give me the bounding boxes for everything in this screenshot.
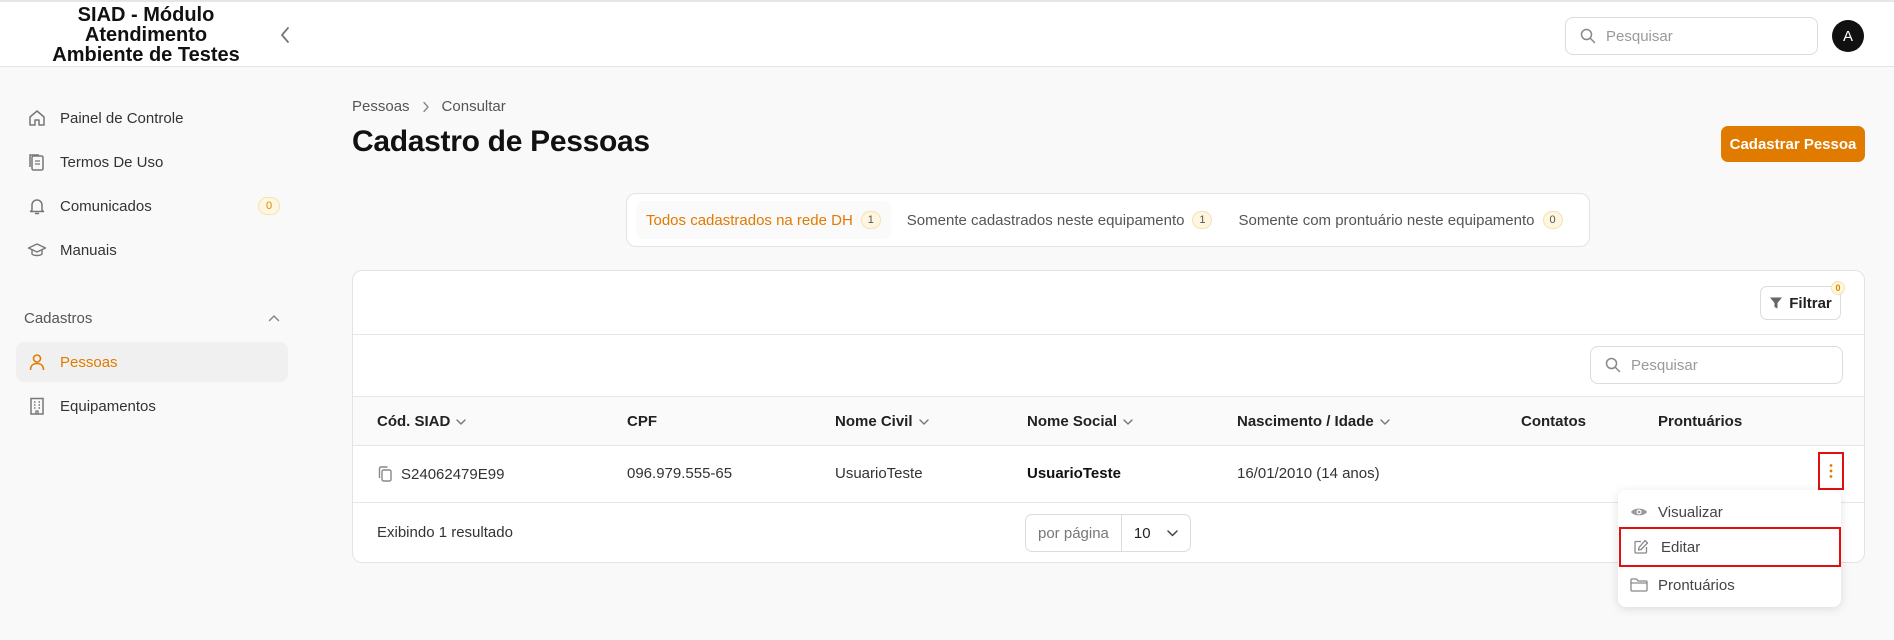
row-actions-button[interactable]: [1818, 452, 1844, 490]
chevron-right-icon: [422, 101, 430, 113]
column-nome-social[interactable]: Nome Social: [1027, 413, 1133, 430]
column-label: Nome Civil: [835, 413, 913, 430]
cod-siad-value: S24062479E99: [401, 465, 505, 483]
cadastrar-pessoa-button[interactable]: Cadastrar Pessoa: [1721, 126, 1865, 162]
sidebar-item-label: Comunicados: [60, 197, 152, 215]
menu-item-label: Prontuários: [1658, 576, 1735, 594]
cell-nascimento: 16/01/2010 (14 anos): [1237, 465, 1380, 482]
tab-label: Somente cadastrados neste equipamento: [906, 211, 1185, 229]
menu-item-label: Visualizar: [1658, 503, 1723, 521]
breadcrumb: Pessoas Consultar: [352, 98, 506, 115]
chevron-down-icon: [1380, 418, 1390, 425]
column-nascimento[interactable]: Nascimento / Idade: [1237, 413, 1390, 430]
sidebar-item-comunicados[interactable]: Comunicados 0: [16, 186, 288, 226]
sidebar-item-label: Painel de Controle: [60, 109, 184, 127]
breadcrumb-pessoas[interactable]: Pessoas: [352, 98, 410, 115]
tab-count-badge: 1: [860, 211, 881, 229]
column-contatos: Contatos: [1521, 413, 1586, 430]
chevron-down-icon: [918, 418, 929, 425]
sidebar-item-label: Pessoas: [60, 353, 118, 371]
tab-count-badge: 0: [1542, 211, 1563, 229]
kebab-menu-icon: [1829, 464, 1833, 478]
row-actions-menu: Visualizar Editar Prontuários: [1618, 490, 1841, 607]
copy-icon[interactable]: [377, 465, 393, 483]
chevron-left-icon: [281, 27, 289, 43]
menu-item-prontuarios[interactable]: Prontuários: [1618, 567, 1841, 603]
user-icon: [26, 351, 48, 373]
tab-count-badge: 1: [1192, 211, 1213, 229]
header-search-input[interactable]: [1606, 27, 1786, 45]
cell-nome-social: UsuarioTeste: [1027, 465, 1121, 482]
user-avatar[interactable]: A: [1832, 20, 1864, 52]
search-icon: [1580, 28, 1596, 44]
bell-icon: [26, 195, 48, 217]
comunicados-count-badge: 0: [258, 197, 280, 215]
tab-somente-equipamento[interactable]: Somente cadastrados neste equipamento 1: [897, 201, 1223, 239]
table-header: Cód. SIAD CPF Nome Civil Nome Social Nas…: [353, 396, 1864, 446]
divider: [353, 334, 1864, 335]
result-count-text: Exibindo 1 resultado: [377, 524, 513, 541]
sidebar-section-cadastros[interactable]: Cadastros: [24, 308, 280, 328]
per-page-value: 10: [1133, 524, 1151, 542]
chevron-down-icon: [456, 418, 467, 425]
tab-todos[interactable]: Todos cadastrados na rede DH 1: [636, 201, 891, 239]
column-prontuarios: Prontuários: [1658, 413, 1742, 430]
sidebar-item-label: Termos De Uso: [60, 153, 164, 171]
search-icon: [1605, 357, 1621, 373]
graduation-cap-icon: [26, 239, 48, 261]
collapse-sidebar-button[interactable]: [274, 24, 296, 46]
edit-icon: [1633, 539, 1653, 555]
sidebar-item-label: Equipamentos: [60, 397, 156, 415]
sidebar-item-equipamentos[interactable]: Equipamentos: [16, 386, 288, 426]
filter-button[interactable]: Filtrar 0: [1760, 281, 1845, 320]
column-label: Prontuários: [1658, 413, 1743, 430]
per-page-label: por página: [1026, 515, 1122, 551]
filter-tabs: Todos cadastrados na rede DH 1 Somente c…: [626, 193, 1590, 247]
filter-icon: [1769, 296, 1783, 310]
column-label: Nome Social: [1027, 413, 1118, 430]
tab-label: Somente com prontuário neste equipamento: [1238, 211, 1535, 229]
table-search-input[interactable]: [1631, 356, 1811, 374]
section-title-label: Cadastros: [24, 309, 93, 327]
column-label: Cód. SIAD: [377, 413, 451, 430]
home-icon: [26, 107, 48, 129]
cell-nome-civil: UsuarioTeste: [835, 465, 923, 482]
cell-cpf: 096.979.555-65: [627, 465, 733, 482]
filter-label: Filtrar: [1789, 294, 1832, 312]
table-search[interactable]: [1590, 346, 1843, 384]
chevron-down-icon: [1123, 418, 1133, 425]
building-icon: [26, 395, 48, 417]
sidebar-item-manuais[interactable]: Manuais: [16, 230, 288, 270]
top-header: SIAD - Módulo Atendimento Ambiente de Te…: [0, 0, 1894, 67]
column-label: CPF: [627, 413, 657, 430]
header-search[interactable]: [1565, 17, 1818, 55]
sidebar-item-label: Manuais: [60, 241, 117, 259]
folder-icon: [1630, 578, 1650, 592]
per-page-select[interactable]: 10: [1122, 525, 1190, 542]
chevron-up-icon: [268, 315, 280, 322]
documents-icon: [26, 151, 48, 173]
menu-item-label: Editar: [1661, 538, 1701, 556]
sidebar-item-termos[interactable]: Termos De Uso: [16, 142, 288, 182]
app-title: SIAD - Módulo Atendimento Ambiente de Te…: [52, 4, 240, 66]
column-label: Contatos: [1521, 413, 1586, 430]
menu-item-editar[interactable]: Editar: [1619, 527, 1841, 567]
chevron-down-icon: [1167, 529, 1178, 536]
column-cpf: CPF: [627, 413, 657, 430]
menu-item-visualizar[interactable]: Visualizar: [1618, 494, 1841, 530]
tab-somente-prontuario[interactable]: Somente com prontuário neste equipamento…: [1228, 201, 1572, 239]
column-cod-siad[interactable]: Cód. SIAD: [377, 413, 467, 430]
sidebar-item-painel[interactable]: Painel de Controle: [16, 98, 288, 138]
tab-label: Todos cadastrados na rede DH: [646, 211, 853, 229]
eye-icon: [1630, 506, 1650, 518]
column-label: Nascimento / Idade: [1237, 413, 1374, 430]
sidebar-item-pessoas[interactable]: Pessoas: [16, 342, 288, 382]
per-page-selector: por página 10: [1025, 514, 1191, 552]
cell-cod-siad: S24062479E99: [377, 465, 504, 483]
breadcrumb-consultar: Consultar: [441, 98, 506, 115]
filter-count-badge: 0: [1831, 281, 1845, 295]
column-nome-civil[interactable]: Nome Civil: [835, 413, 929, 430]
page-title: Cadastro de Pessoas: [352, 125, 650, 158]
